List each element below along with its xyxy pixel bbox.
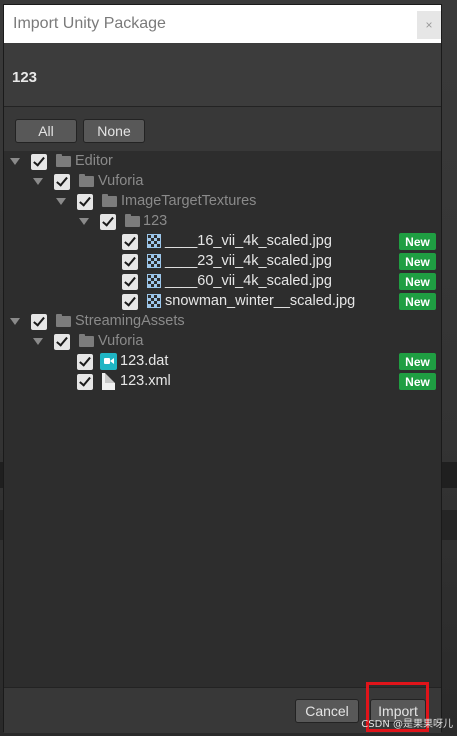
- cancel-button[interactable]: Cancel: [295, 699, 359, 723]
- tree-item-label: 123: [143, 213, 168, 229]
- tree-row-file[interactable]: ____60_vii_4k_scaled.jpg New: [4, 272, 441, 292]
- select-none-button[interactable]: None: [83, 119, 145, 143]
- new-badge: New: [399, 253, 436, 270]
- checkbox[interactable]: [122, 294, 138, 310]
- checkbox[interactable]: [54, 174, 70, 190]
- tree-item-label: snowman_winter__scaled.jpg: [165, 293, 356, 309]
- select-all-button[interactable]: All: [15, 119, 77, 143]
- tree-row-file[interactable]: 123.dat New: [4, 352, 441, 372]
- new-badge: New: [399, 273, 436, 290]
- checkbox[interactable]: [77, 354, 93, 370]
- tree-row-vuforia[interactable]: Vuforia: [4, 172, 441, 192]
- expand-arrow-icon[interactable]: [56, 198, 66, 205]
- tree-item-label: ImageTargetTextures: [121, 193, 257, 209]
- folder-icon: [125, 214, 140, 227]
- tree-row-file[interactable]: ____16_vii_4k_scaled.jpg New: [4, 232, 441, 252]
- tree-item-label: ____23_vii_4k_scaled.jpg: [165, 253, 332, 269]
- tree-item-label: 123.xml: [120, 373, 171, 389]
- expand-arrow-icon[interactable]: [33, 178, 43, 185]
- tree-item-label: 123.dat: [120, 353, 169, 369]
- checkbox[interactable]: [122, 274, 138, 290]
- package-header: 123: [4, 43, 441, 107]
- expand-arrow-icon[interactable]: [33, 338, 43, 345]
- new-badge: New: [399, 233, 436, 250]
- checkbox[interactable]: [122, 234, 138, 250]
- checkbox[interactable]: [100, 214, 116, 230]
- checkbox[interactable]: [31, 154, 47, 170]
- checkbox[interactable]: [77, 374, 93, 390]
- document-file-icon: [102, 373, 115, 390]
- checkbox[interactable]: [54, 334, 70, 350]
- video-file-icon: [100, 353, 117, 370]
- package-name: 123: [12, 69, 38, 86]
- tree-row-file[interactable]: 123.xml New: [4, 372, 441, 392]
- expand-arrow-icon[interactable]: [79, 218, 89, 225]
- close-icon[interactable]: ×: [417, 11, 441, 39]
- tree-row-editor[interactable]: Editor: [4, 152, 441, 172]
- selection-toolbar: All None: [4, 107, 441, 149]
- folder-icon: [79, 334, 94, 347]
- new-badge: New: [399, 353, 436, 370]
- folder-icon: [102, 194, 117, 207]
- tree-item-label: StreamingAssets: [75, 313, 185, 329]
- tree-row-file[interactable]: snowman_winter__scaled.jpg New: [4, 292, 441, 312]
- import-package-dialog: Import Unity Package × 123 All None Edit…: [3, 4, 442, 733]
- dialog-titlebar[interactable]: Import Unity Package ×: [4, 5, 441, 43]
- dialog-title: Import Unity Package: [13, 15, 166, 32]
- tree-row-vuforia[interactable]: Vuforia: [4, 332, 441, 352]
- new-badge: New: [399, 293, 436, 310]
- image-file-icon: [147, 294, 161, 308]
- tree-row-imagetargettextures[interactable]: ImageTargetTextures: [4, 192, 441, 212]
- new-badge: New: [399, 373, 436, 390]
- tree-item-label: Editor: [75, 153, 113, 169]
- image-file-icon: [147, 254, 161, 268]
- package-tree: Editor Vuforia ImageTargetTextures 123 _…: [4, 151, 441, 687]
- image-file-icon: [147, 274, 161, 288]
- tree-row-file[interactable]: ____23_vii_4k_scaled.jpg New: [4, 252, 441, 272]
- tree-item-label: ____16_vii_4k_scaled.jpg: [165, 233, 332, 249]
- image-file-icon: [147, 234, 161, 248]
- tree-item-label: ____60_vii_4k_scaled.jpg: [165, 273, 332, 289]
- tree-item-label: Vuforia: [98, 333, 144, 349]
- folder-icon: [79, 174, 94, 187]
- watermark: CSDN @是果果呀儿: [361, 719, 453, 730]
- checkbox[interactable]: [31, 314, 47, 330]
- tree-item-label: Vuforia: [98, 173, 144, 189]
- folder-icon: [56, 314, 71, 327]
- folder-icon: [56, 154, 71, 167]
- checkbox[interactable]: [122, 254, 138, 270]
- tree-row-123[interactable]: 123: [4, 212, 441, 232]
- expand-arrow-icon[interactable]: [10, 158, 20, 165]
- tree-row-streamingassets[interactable]: StreamingAssets: [4, 312, 441, 332]
- expand-arrow-icon[interactable]: [10, 318, 20, 325]
- checkbox[interactable]: [77, 194, 93, 210]
